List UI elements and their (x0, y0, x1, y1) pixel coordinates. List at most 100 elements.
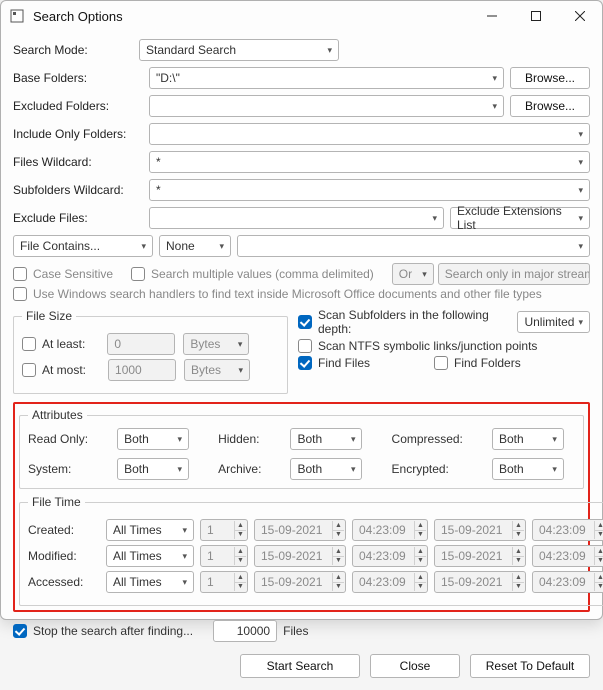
find-files-checkbox[interactable]: Find Files (298, 356, 370, 370)
modified-from-time[interactable]: 04:23:09▲▼ (352, 545, 428, 567)
spin-up-icon[interactable]: ▲ (512, 573, 524, 583)
excluded-folders-browse-button[interactable]: Browse... (510, 95, 590, 117)
hidden-dropdown[interactable]: Both▾ (290, 428, 362, 450)
files-wildcard-field[interactable]: * ▾ (149, 151, 590, 173)
spin-up-icon[interactable]: ▲ (414, 547, 426, 557)
created-mode-dropdown[interactable]: All Times▾ (106, 519, 194, 541)
compressed-label: Compressed: (392, 432, 474, 446)
spin-down-icon[interactable]: ▼ (234, 557, 246, 566)
compressed-dropdown[interactable]: Both▾ (492, 428, 564, 450)
or-dropdown[interactable]: Or▾ (392, 263, 434, 285)
scan-ntfs-checkbox[interactable]: Scan NTFS symbolic links/junction points (298, 339, 537, 353)
chevron-down-icon: ▾ (574, 317, 583, 328)
spin-down-icon[interactable]: ▼ (512, 557, 524, 566)
subfolders-wildcard-field[interactable]: * ▾ (149, 179, 590, 201)
file-contains-dropdown[interactable]: File Contains... ▾ (13, 235, 153, 257)
accessed-from-time[interactable]: 04:23:09▲▼ (352, 571, 428, 593)
include-only-folders-label: Include Only Folders: (13, 127, 143, 141)
at-least-value[interactable]: 0 (114, 337, 121, 351)
depth-dropdown[interactable]: Unlimited▾ (517, 311, 590, 333)
base-folders-browse-button[interactable]: Browse... (510, 67, 590, 89)
include-only-folders-field[interactable]: ▾ (149, 123, 590, 145)
spin-up-icon[interactable]: ▲ (234, 521, 246, 531)
accessed-from-date[interactable]: 15-09-2021▲▼ (254, 571, 346, 593)
scan-subfolders-checkbox[interactable]: Scan Subfolders in the following depth: (298, 308, 493, 336)
spin-up-icon[interactable]: ▲ (414, 573, 426, 583)
created-n-input[interactable]: 1▲▼ (200, 519, 248, 541)
maximize-button[interactable] (514, 1, 558, 31)
checkbox-icon (13, 624, 27, 638)
find-folders-checkbox[interactable]: Find Folders (434, 356, 521, 370)
spin-down-icon[interactable]: ▼ (512, 583, 524, 592)
spin-up-icon[interactable]: ▲ (332, 521, 344, 531)
start-search-button[interactable]: Start Search (240, 654, 360, 678)
spin-down-icon[interactable]: ▼ (332, 531, 344, 540)
chevron-down-icon: ▾ (548, 434, 557, 445)
spin-down-icon[interactable]: ▼ (594, 557, 603, 566)
at-least-checkbox[interactable]: At least: (22, 337, 85, 351)
modified-n-input[interactable]: 1▲▼ (200, 545, 248, 567)
spin-down-icon[interactable]: ▼ (332, 583, 344, 592)
spin-down-icon[interactable]: ▼ (234, 583, 246, 592)
chevron-down-icon: ▾ (215, 241, 224, 252)
spin-down-icon[interactable]: ▼ (414, 583, 426, 592)
contains-match-dropdown[interactable]: None ▾ (159, 235, 231, 257)
spin-down-icon[interactable]: ▼ (332, 557, 344, 566)
spin-up-icon[interactable]: ▲ (234, 547, 246, 557)
encrypted-dropdown[interactable]: Both▾ (492, 458, 564, 480)
excluded-folders-field[interactable]: ▾ (149, 95, 504, 117)
base-folders-field[interactable]: "D:\" ▾ (149, 67, 504, 89)
spin-up-icon[interactable]: ▲ (594, 547, 603, 557)
minimize-button[interactable] (470, 1, 514, 31)
modified-to-date[interactable]: 15-09-2021▲▼ (434, 545, 526, 567)
multi-values-checkbox[interactable]: Search multiple values (comma delimited) (131, 267, 374, 281)
spin-up-icon[interactable]: ▲ (414, 521, 426, 531)
accessed-n-input[interactable]: 1▲▼ (200, 571, 248, 593)
close-button[interactable] (558, 1, 602, 31)
spin-up-icon[interactable]: ▲ (512, 547, 524, 557)
windows-handlers-checkbox[interactable]: Use Windows search handlers to find text… (13, 287, 542, 301)
created-from-time[interactable]: 04:23:09▲▼ (352, 519, 428, 541)
at-least-unit-dropdown[interactable]: Bytes▾ (183, 333, 249, 355)
spin-up-icon[interactable]: ▲ (594, 573, 603, 583)
stop-after-checkbox[interactable]: Stop the search after finding... (13, 624, 193, 638)
major-streams-dropdown[interactable]: Search only in major streams▾ (438, 263, 590, 285)
search-mode-value: Standard Search (146, 43, 236, 57)
spin-up-icon[interactable]: ▲ (332, 547, 344, 557)
spin-down-icon[interactable]: ▼ (414, 557, 426, 566)
system-dropdown[interactable]: Both▾ (117, 458, 189, 480)
spin-up-icon[interactable]: ▲ (234, 573, 246, 583)
at-most-checkbox[interactable]: At most: (22, 363, 86, 377)
spin-up-icon[interactable]: ▲ (594, 521, 603, 531)
modified-mode-dropdown[interactable]: All Times▾ (106, 545, 194, 567)
spin-down-icon[interactable]: ▼ (414, 531, 426, 540)
close-dialog-button[interactable]: Close (370, 654, 460, 678)
spin-down-icon[interactable]: ▼ (594, 531, 603, 540)
archive-dropdown[interactable]: Both▾ (290, 458, 362, 480)
search-mode-dropdown[interactable]: Standard Search ▾ (139, 39, 339, 61)
case-sensitive-checkbox[interactable]: Case Sensitive (13, 267, 113, 281)
spin-up-icon[interactable]: ▲ (332, 573, 344, 583)
exclude-files-mode-dropdown[interactable]: Exclude Extensions List ▾ (450, 207, 590, 229)
chevron-down-icon: ▾ (174, 464, 183, 475)
at-most-unit-dropdown[interactable]: Bytes▾ (184, 359, 250, 381)
modified-to-time[interactable]: 04:23:09▲▼ (532, 545, 603, 567)
modified-from-date[interactable]: 15-09-2021▲▼ (254, 545, 346, 567)
created-to-date[interactable]: 15-09-2021▲▼ (434, 519, 526, 541)
spin-up-icon[interactable]: ▲ (512, 521, 524, 531)
spin-down-icon[interactable]: ▼ (234, 531, 246, 540)
read-only-dropdown[interactable]: Both▾ (117, 428, 189, 450)
reset-default-button[interactable]: Reset To Default (470, 654, 590, 678)
exclude-files-field[interactable]: ▾ (149, 207, 444, 229)
created-to-time[interactable]: 04:23:09▲▼ (532, 519, 603, 541)
contains-text-field[interactable]: ▾ (237, 235, 590, 257)
accessed-mode-dropdown[interactable]: All Times▾ (106, 571, 194, 593)
stop-after-value[interactable]: 10000 (213, 620, 277, 642)
accessed-to-time[interactable]: 04:23:09▲▼ (532, 571, 603, 593)
created-from-date[interactable]: 15-09-2021▲▼ (254, 519, 346, 541)
accessed-to-date[interactable]: 15-09-2021▲▼ (434, 571, 526, 593)
spin-down-icon[interactable]: ▼ (512, 531, 524, 540)
at-most-value[interactable]: 1000 (115, 363, 142, 377)
spin-down-icon[interactable]: ▼ (594, 583, 603, 592)
chevron-down-icon: ▾ (347, 434, 356, 445)
